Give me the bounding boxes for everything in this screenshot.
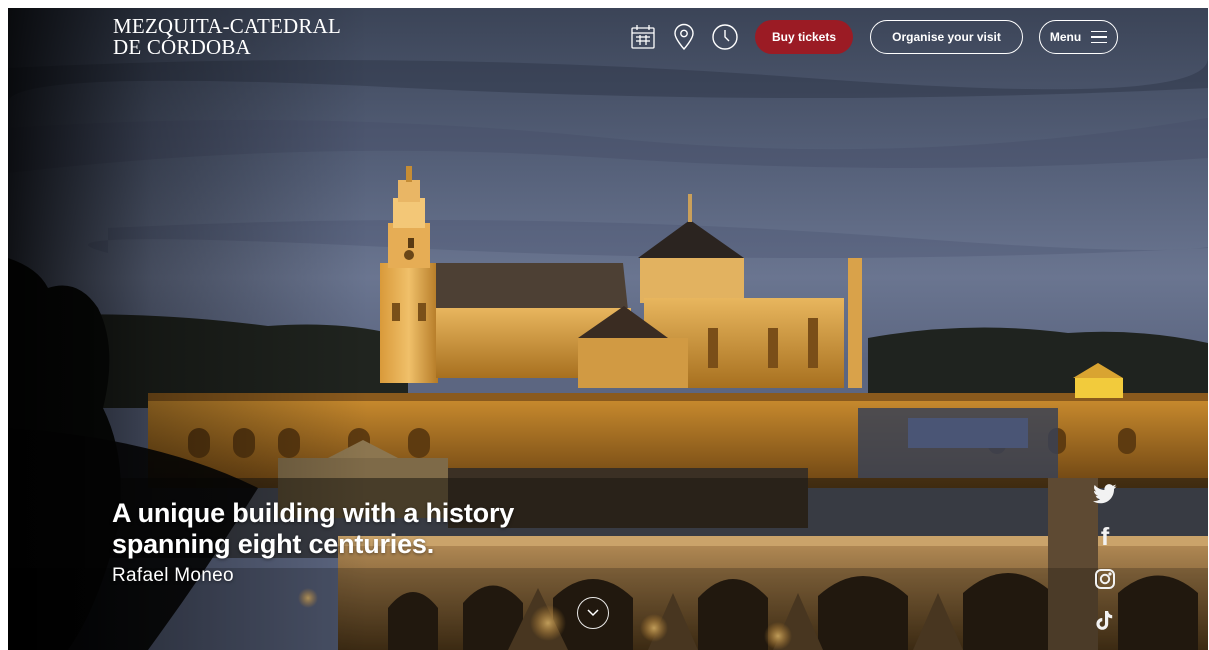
logo-line-2: DE CÓRDOBA xyxy=(113,35,251,59)
hamburger-icon xyxy=(1091,30,1108,44)
clock-icon[interactable] xyxy=(710,22,740,52)
menu-button[interactable]: Menu xyxy=(1039,20,1118,54)
buy-tickets-button[interactable]: Buy tickets xyxy=(755,20,853,54)
hero-quote: A unique building with a history spannin… xyxy=(112,498,515,559)
tiktok-icon[interactable] xyxy=(1092,608,1118,634)
facebook-icon[interactable]: f xyxy=(1092,524,1118,550)
hero-section: MEZQUITA-CATEDRAL DE CÓRDOBA Buy tickets… xyxy=(8,8,1208,650)
menu-label: Menu xyxy=(1049,30,1082,44)
logo-line-1: MEZQUITA-CATEDRAL xyxy=(113,14,342,38)
scroll-down-button[interactable] xyxy=(577,597,609,629)
instagram-icon[interactable] xyxy=(1092,566,1118,592)
location-pin-icon[interactable] xyxy=(669,22,699,52)
twitter-icon[interactable] xyxy=(1092,481,1118,507)
site-logo[interactable]: MEZQUITA-CATEDRAL DE CÓRDOBA xyxy=(113,16,341,58)
hero-quote-author: Rafael Moneo xyxy=(112,565,234,586)
calendar-icon[interactable] xyxy=(628,22,658,52)
chevron-down-icon xyxy=(587,609,599,617)
organise-visit-button[interactable]: Organise your visit xyxy=(870,20,1023,54)
